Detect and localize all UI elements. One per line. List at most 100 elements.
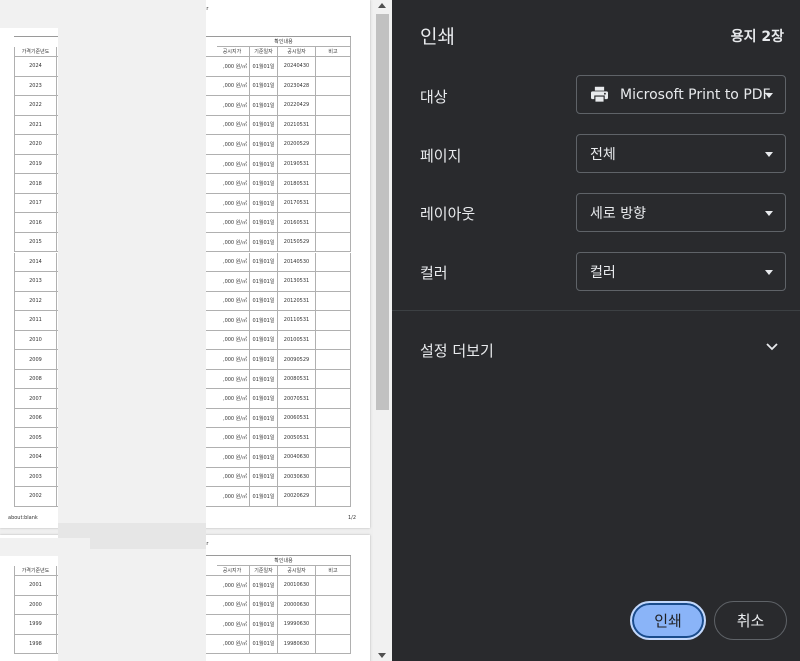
- price-cell: ,000 원/㎡: [217, 428, 250, 447]
- price-cell: ,000 원/㎡: [217, 135, 250, 154]
- note-cell: [316, 232, 351, 252]
- note-cell: [316, 57, 351, 76]
- chevron-down-icon: [765, 270, 773, 275]
- year-cell: 2007: [14, 389, 57, 408]
- base-date-cell: 01월01일: [250, 291, 278, 311]
- base-date-cell: 01월01일: [250, 467, 278, 487]
- note-cell: [316, 193, 351, 213]
- redaction-blur: [0, 538, 90, 556]
- announce-date-cell: 20040630: [278, 448, 316, 467]
- announce-date-cell: 20020629: [278, 487, 316, 506]
- color-select[interactable]: 컬러: [576, 252, 786, 291]
- base-date-cell: 01월01일: [250, 369, 278, 389]
- year-cell: 2003: [14, 467, 57, 487]
- header-base: 기준일자: [250, 566, 278, 575]
- announce-date-cell: 20210531: [278, 115, 316, 135]
- price-cell: ,000 원/㎡: [217, 350, 250, 369]
- announce-date-cell: 20170531: [278, 193, 316, 213]
- note-cell: [316, 213, 351, 232]
- cancel-button[interactable]: 취소: [714, 601, 787, 640]
- scroll-up-arrow-icon[interactable]: [378, 3, 386, 8]
- base-date-cell: 01월01일: [250, 448, 278, 467]
- pages-value: 전체: [590, 146, 616, 163]
- price-cell: ,000 원/㎡: [217, 96, 250, 115]
- color-label: 컬러: [420, 264, 448, 282]
- year-cell: 2014: [14, 252, 57, 272]
- announce-date-cell: 20000630: [278, 595, 316, 614]
- year-cell: 2023: [14, 76, 57, 96]
- chevron-down-icon: [765, 211, 773, 216]
- scroll-down-arrow-icon[interactable]: [378, 653, 386, 658]
- print-button[interactable]: 인쇄: [630, 601, 706, 640]
- announce-date-cell: 20090529: [278, 350, 316, 369]
- note-cell: [316, 350, 351, 369]
- note-cell: [316, 330, 351, 350]
- print-preview: www.realtyprice.kr 확인내용 가격기준년도 공시지가 기준일자…: [0, 0, 392, 661]
- announce-date-cell: 20160531: [278, 213, 316, 232]
- announce-date-cell: 20230428: [278, 76, 316, 96]
- year-cell: 2016: [14, 213, 57, 232]
- base-date-cell: 01월01일: [250, 408, 278, 428]
- announce-date-cell: 20060531: [278, 408, 316, 428]
- price-cell: ,000 원/㎡: [217, 272, 250, 291]
- announce-date-cell: 20200529: [278, 135, 316, 154]
- footer-page-number: 1/2: [347, 515, 356, 521]
- base-date-cell: 01월01일: [250, 252, 278, 272]
- year-cell: 2009: [14, 350, 57, 369]
- announce-date-cell: 20150529: [278, 232, 316, 252]
- layout-select[interactable]: 세로 방향: [576, 193, 786, 232]
- price-cell: ,000 원/㎡: [217, 576, 250, 595]
- price-cell: ,000 원/㎡: [217, 408, 250, 428]
- price-cell: ,000 원/㎡: [217, 634, 250, 653]
- price-cell: ,000 원/㎡: [217, 193, 250, 213]
- price-cell: ,000 원/㎡: [217, 252, 250, 272]
- note-cell: [316, 252, 351, 272]
- base-date-cell: 01월01일: [250, 76, 278, 96]
- preview-scrollbar[interactable]: [373, 0, 392, 661]
- announce-date-cell: 20220429: [278, 96, 316, 115]
- price-cell: ,000 원/㎡: [217, 213, 250, 232]
- announce-date-cell: 20100531: [278, 330, 316, 350]
- announce-date-cell: 20180531: [278, 174, 316, 193]
- note-cell: [316, 389, 351, 408]
- base-date-cell: 01월01일: [250, 272, 278, 291]
- note-cell: [316, 154, 351, 174]
- base-date-cell: 01월01일: [250, 96, 278, 115]
- announce-date-cell: 20070531: [278, 389, 316, 408]
- note-cell: [316, 595, 351, 614]
- announce-date-cell: 20140530: [278, 252, 316, 272]
- base-date-cell: 01월01일: [250, 428, 278, 447]
- price-cell: ,000 원/㎡: [217, 154, 250, 174]
- scrollbar-thumb[interactable]: [376, 14, 389, 410]
- announce-date-cell: 20240430: [278, 57, 316, 76]
- note-cell: [316, 291, 351, 311]
- note-cell: [316, 311, 351, 330]
- year-cell: 2001: [14, 576, 57, 595]
- destination-select[interactable]: Microsoft Print to PDF: [576, 75, 786, 114]
- note-cell: [316, 634, 351, 653]
- color-value: 컬러: [590, 264, 616, 281]
- header-note: 비고: [316, 47, 351, 56]
- destination-value: Microsoft Print to PDF: [620, 86, 771, 103]
- price-cell: ,000 원/㎡: [217, 291, 250, 311]
- destination-label: 대상: [420, 88, 448, 106]
- note-cell: [316, 272, 351, 291]
- year-cell: 2011: [14, 311, 57, 330]
- announce-date-cell: 19980630: [278, 634, 316, 653]
- price-cell: ,000 원/㎡: [217, 448, 250, 467]
- base-date-cell: 01월01일: [250, 350, 278, 369]
- note-cell: [316, 76, 351, 96]
- note-cell: [316, 135, 351, 154]
- base-date-cell: 01월01일: [250, 57, 278, 76]
- pages-select[interactable]: 전체: [576, 134, 786, 173]
- price-cell: ,000 원/㎡: [217, 369, 250, 389]
- note-cell: [316, 96, 351, 115]
- header-year: 가격기준년도: [14, 566, 57, 575]
- more-settings-toggle[interactable]: 설정 더보기: [392, 326, 800, 372]
- note-cell: [316, 467, 351, 487]
- price-cell: ,000 원/㎡: [217, 615, 250, 634]
- price-cell: ,000 원/㎡: [217, 487, 250, 506]
- year-cell: 2008: [14, 369, 57, 389]
- price-cell: ,000 원/㎡: [217, 330, 250, 350]
- header-section: 확인내용: [217, 37, 351, 47]
